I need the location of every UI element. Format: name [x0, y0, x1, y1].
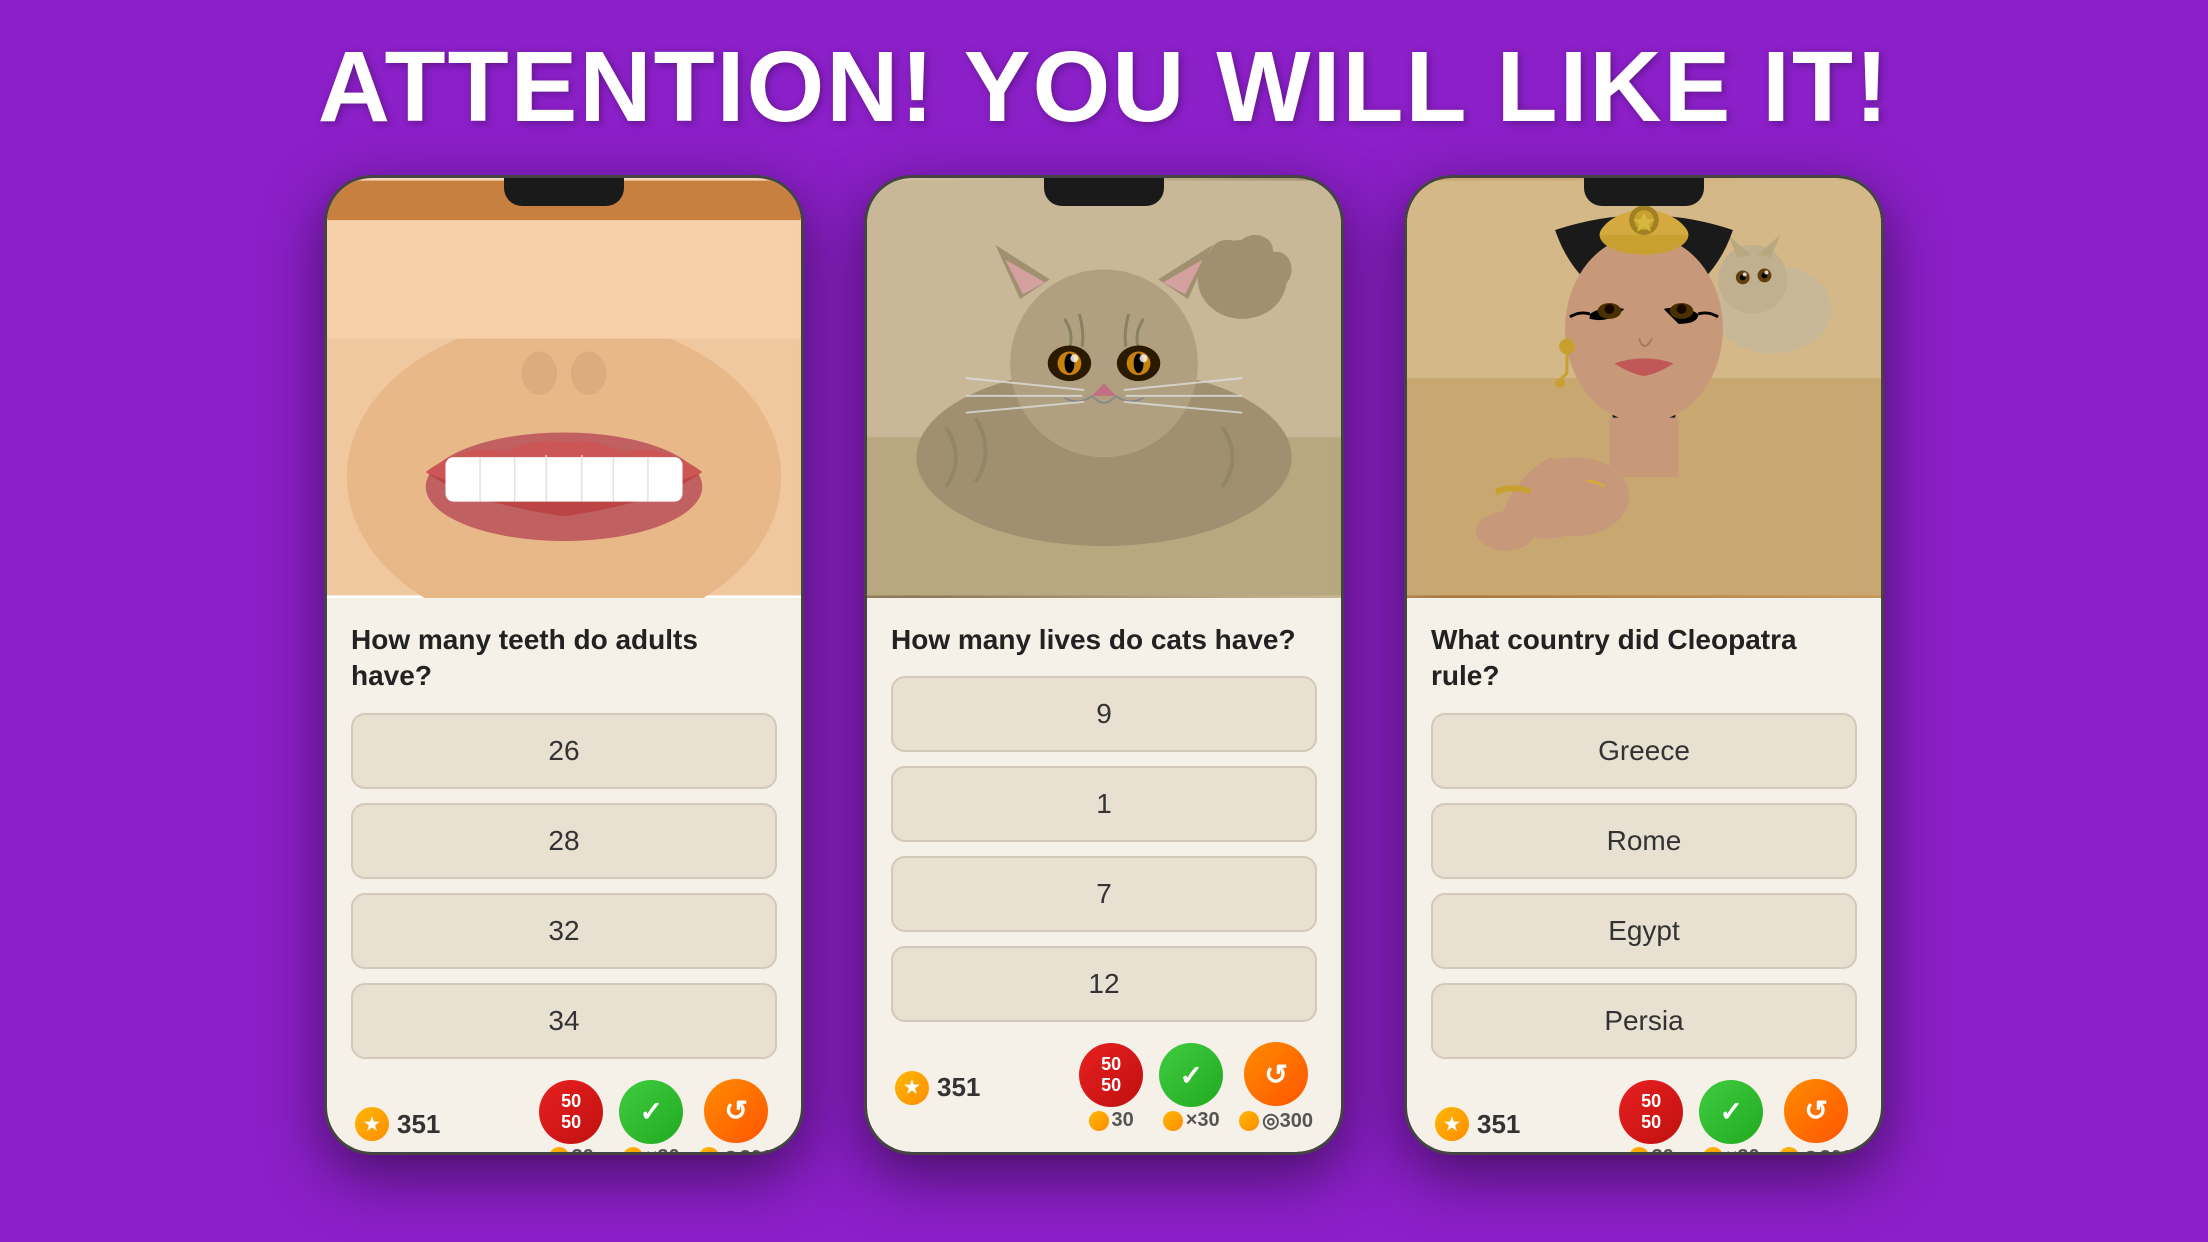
phone-1-content: How many teeth do adults have? 26 28 32 …: [327, 598, 801, 1155]
phone-1: How many teeth do adults have? 26 28 32 …: [324, 175, 804, 1155]
phone-3-right-btn-2: [1881, 498, 1884, 578]
phone-1-check-coin: [623, 1147, 643, 1155]
phone-1-coin-amount: 351: [397, 1109, 440, 1140]
phone-1-answer-4[interactable]: 34: [351, 983, 777, 1059]
phone-3-check-coin: [1703, 1147, 1723, 1155]
phone-3-right-btn-1: [1881, 398, 1884, 478]
phone-2-5050-cost: 30: [1089, 1109, 1134, 1132]
phone-3-coin-icon: ★: [1435, 1107, 1469, 1141]
phone-3-answer-2[interactable]: Rome: [1431, 803, 1857, 879]
phone-2-answer-3[interactable]: 7: [891, 856, 1317, 932]
phone-1-swap-cost: ◎300: [699, 1145, 773, 1155]
phone-1-swap-icon: ↺: [704, 1079, 768, 1143]
phone-1-answer-1[interactable]: 26: [351, 713, 777, 789]
phone-2-content: How many lives do cats have? 9 1 7 12 ★ …: [867, 598, 1341, 1152]
phone-3-coin-amount: 351: [1477, 1109, 1520, 1140]
phone-1-coin-icon: ★: [355, 1107, 389, 1141]
phone-2-right-btn-1: [1341, 398, 1344, 478]
phone-2-powerups: 5050 30 ✓ ×30 ↺: [1079, 1042, 1313, 1133]
phone-3-swap-coin: [1779, 1147, 1799, 1155]
phone-2-cat: [867, 178, 1341, 598]
phone-1-powerup-5050[interactable]: 5050 30: [539, 1080, 603, 1155]
phone-3-check-cost: ×30: [1703, 1146, 1760, 1155]
phone-1-footer: ★ 351 5050 30 ✓ ×30: [351, 1073, 777, 1155]
phone-1-right-btn-1: [801, 398, 804, 478]
phone-2-powerup-swap[interactable]: ↺ ◎300: [1239, 1042, 1313, 1133]
phone-1-check-cost: ×30: [623, 1146, 680, 1155]
phone-2-answer-4[interactable]: 12: [891, 946, 1317, 1022]
phone-2-check-coin: [1163, 1111, 1183, 1131]
phone-3: What country did Cleopatra rule? Greece …: [1404, 175, 1884, 1155]
phone-2-wrapper: How many lives do cats have? 9 1 7 12 ★ …: [864, 175, 1344, 1155]
phone-1-powerup-swap[interactable]: ↺ ◎300: [699, 1079, 773, 1155]
phone-2-powerup-check[interactable]: ✓ ×30: [1159, 1043, 1223, 1132]
phone-2-coins: ★ 351: [895, 1071, 980, 1105]
phone-1-answer-3[interactable]: 32: [351, 893, 777, 969]
phone-1-wrapper: How many teeth do adults have? 26 28 32 …: [324, 175, 804, 1155]
phone-3-powerup-check[interactable]: ✓ ×30: [1699, 1080, 1763, 1155]
phone-2-swap-coin: [1239, 1111, 1259, 1131]
phones-container: How many teeth do adults have? 26 28 32 …: [0, 175, 2208, 1155]
phone-3-powerup-5050[interactable]: 5050 30: [1619, 1080, 1683, 1155]
phone-2-question: How many lives do cats have?: [891, 622, 1317, 658]
phone-2-powerup-5050[interactable]: 5050 30: [1079, 1043, 1143, 1132]
phone-1-powerups: 5050 30 ✓ ×30 ↺: [539, 1079, 773, 1155]
phone-2-check-cost: ×30: [1163, 1109, 1220, 1132]
phone-3-notch: [1584, 178, 1704, 206]
phone-3-image: [1407, 178, 1881, 598]
phone-3-5050-cost: 30: [1629, 1146, 1674, 1155]
phone-2-swap-cost: ◎300: [1239, 1108, 1313, 1133]
phone-3-5050-icon: 5050: [1619, 1080, 1683, 1144]
phone-2-swap-icon: ↺: [1244, 1042, 1308, 1106]
phone-2-coin-amount: 351: [937, 1072, 980, 1103]
phone-3-cleopatra: [1407, 178, 1881, 598]
phone-3-answer-3[interactable]: Egypt: [1431, 893, 1857, 969]
phone-1-image: [327, 178, 801, 598]
phone-2-5050-icon: 5050: [1079, 1043, 1143, 1107]
phone-1-check-icon: ✓: [619, 1080, 683, 1144]
phone-3-coins: ★ 351: [1435, 1107, 1520, 1141]
phone-1-teeth: [327, 178, 801, 598]
phone-1-5050-icon: 5050: [539, 1080, 603, 1144]
phone-2-right-btn-2: [1341, 498, 1344, 578]
phone-3-check-icon: ✓: [1699, 1080, 1763, 1144]
phone-2-image: [867, 178, 1341, 598]
phone-2: How many lives do cats have? 9 1 7 12 ★ …: [864, 175, 1344, 1155]
phone-1-coins: ★ 351: [355, 1107, 440, 1141]
phone-2-coin-icon: ★: [895, 1071, 929, 1105]
phone-2-notch: [1044, 178, 1164, 206]
phone-1-question: How many teeth do adults have?: [351, 622, 777, 695]
phone-2-answer-1[interactable]: 9: [891, 676, 1317, 752]
phone-3-powerup-swap[interactable]: ↺ ◎300: [1779, 1079, 1853, 1155]
phone-1-swap-coin: [699, 1147, 719, 1155]
phone-1-powerup-check[interactable]: ✓ ×30: [619, 1080, 683, 1155]
phone-1-answer-2[interactable]: 28: [351, 803, 777, 879]
phone-3-footer: ★ 351 5050 30 ✓ ×30: [1431, 1073, 1857, 1155]
phone-1-notch: [504, 178, 624, 206]
phone-3-wrapper: What country did Cleopatra rule? Greece …: [1404, 175, 1884, 1155]
phone-3-answer-1[interactable]: Greece: [1431, 713, 1857, 789]
phone-2-answer-2[interactable]: 1: [891, 766, 1317, 842]
phone-3-content: What country did Cleopatra rule? Greece …: [1407, 598, 1881, 1155]
phone-1-right-btn-2: [801, 498, 804, 578]
phone-3-swap-icon: ↺: [1784, 1079, 1848, 1143]
phone-3-5050-coin: [1629, 1147, 1649, 1155]
phone-1-5050-coin: [549, 1147, 569, 1155]
phone-2-footer: ★ 351 5050 30 ✓ ×30: [891, 1036, 1317, 1133]
phone-1-5050-cost: 30: [549, 1146, 594, 1155]
phone-3-powerups: 5050 30 ✓ ×30 ↺: [1619, 1079, 1853, 1155]
phone-3-swap-cost: ◎300: [1779, 1145, 1853, 1155]
phone-2-check-icon: ✓: [1159, 1043, 1223, 1107]
phone-3-answer-4[interactable]: Persia: [1431, 983, 1857, 1059]
page-title: ATTENTION! YOU WILL LIKE IT!: [318, 30, 1891, 145]
phone-3-question: What country did Cleopatra rule?: [1431, 622, 1857, 695]
phone-2-5050-coin: [1089, 1111, 1109, 1131]
